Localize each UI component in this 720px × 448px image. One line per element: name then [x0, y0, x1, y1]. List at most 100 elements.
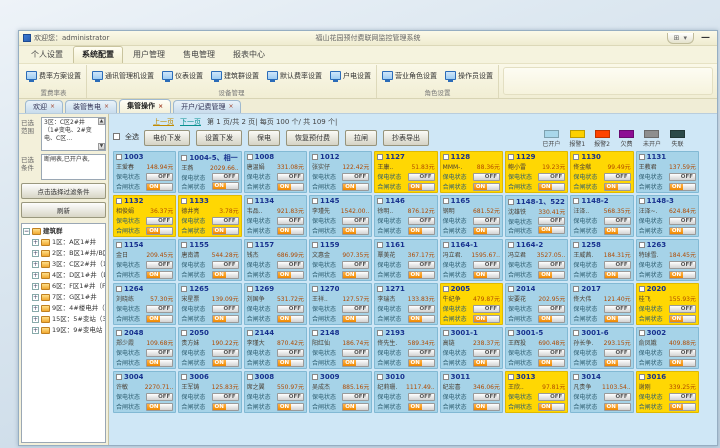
protect-toggle[interactable]: OFF	[669, 349, 696, 357]
tree-item[interactable]: +1区：A区1#井	[23, 237, 104, 248]
card-checkbox[interactable]	[508, 199, 514, 205]
protect-toggle[interactable]: OFF	[277, 217, 304, 225]
meter-card[interactable]: 1159文惠金907.35元保电状态OFF合闸状态ON	[309, 239, 372, 281]
card-checkbox[interactable]	[639, 154, 645, 160]
toolbar-button-电价下发[interactable]: 电价下发	[144, 130, 190, 146]
ribbon-button-默认费率设置[interactable]: 默认费率设置	[265, 69, 324, 83]
meter-card[interactable]: 1012张实仔122.42元保电状态OFF合闸状态ON	[309, 151, 372, 193]
meter-card[interactable]: 1127王康..51.83元保电状态OFF合闸状态ON	[374, 151, 437, 193]
ribbon-button-操作员设置[interactable]: 操作员设置	[443, 69, 495, 83]
switch-toggle[interactable]: ON	[538, 359, 565, 367]
switch-toggle[interactable]: ON	[473, 183, 500, 191]
meter-card[interactable]: 2005牛纪争479.87元保电状态OFF合闸状态ON	[440, 283, 503, 325]
protect-toggle[interactable]: OFF	[212, 305, 239, 313]
card-checkbox[interactable]	[377, 154, 383, 160]
tab-close-icon[interactable]: ×	[228, 103, 233, 110]
protect-toggle[interactable]: OFF	[538, 261, 565, 269]
card-checkbox[interactable]	[181, 374, 187, 380]
card-checkbox[interactable]	[573, 154, 579, 160]
card-checkbox[interactable]	[508, 330, 514, 336]
card-checkbox[interactable]	[116, 154, 122, 160]
card-checkbox[interactable]	[181, 198, 187, 204]
switch-toggle[interactable]: ON	[342, 183, 369, 191]
switch-toggle[interactable]: ON	[277, 271, 304, 279]
meter-card[interactable]: 1263特球雪.184.45元保电状态OFF合闸状态ON	[636, 239, 699, 281]
protect-toggle[interactable]: OFF	[146, 217, 173, 225]
switch-toggle[interactable]: ON	[538, 183, 565, 191]
protect-toggle[interactable]: OFF	[342, 349, 369, 357]
switch-toggle[interactable]: ON	[604, 183, 631, 191]
protect-toggle[interactable]: OFF	[277, 173, 304, 181]
card-checkbox[interactable]	[181, 286, 187, 292]
card-checkbox[interactable]	[508, 374, 514, 380]
expand-icon[interactable]: +	[32, 283, 39, 290]
switch-toggle[interactable]: ON	[408, 359, 435, 367]
meter-card[interactable]: 2020桂飞155.93元保电状态OFF合闸状态ON	[636, 283, 699, 325]
protect-toggle[interactable]: OFF	[604, 305, 631, 313]
tab-开户/记费管理[interactable]: 开户/记费管理×	[173, 100, 241, 113]
switch-toggle[interactable]: ON	[604, 227, 631, 235]
meter-card[interactable]: 3013王欣..97.81元保电状态OFF合闸状态ON	[505, 371, 568, 413]
tree-item[interactable]: +15区：5#变站（3#变	[23, 314, 104, 325]
switch-toggle[interactable]: ON	[212, 182, 239, 190]
tree-root[interactable]: −建筑群	[23, 226, 104, 237]
switch-toggle[interactable]: ON	[146, 359, 173, 367]
meter-card[interactable]: 2050贵方妹190.22元保电状态OFF合闸状态ON	[178, 327, 241, 369]
card-checkbox[interactable]	[377, 286, 383, 292]
card-checkbox[interactable]	[247, 374, 253, 380]
switch-toggle[interactable]: ON	[669, 359, 696, 367]
meter-card[interactable]: 1155唐南清544.28元保电状态OFF合闸状态ON	[178, 239, 241, 281]
meter-card[interactable]: 2017佟大伟121.40元保电状态OFF合闸状态ON	[570, 283, 633, 325]
expand-icon[interactable]: +	[32, 305, 39, 312]
protect-toggle[interactable]: OFF	[342, 173, 369, 181]
protect-toggle[interactable]: OFF	[212, 393, 239, 401]
ribbon-button-营业角色设置[interactable]: 营业角色设置	[380, 69, 439, 83]
protect-toggle[interactable]: OFF	[212, 349, 239, 357]
protect-toggle[interactable]: OFF	[538, 349, 565, 357]
toolbar-button-拉闸[interactable]: 拉闸	[345, 130, 377, 146]
switch-toggle[interactable]: ON	[408, 315, 435, 323]
switch-toggle[interactable]: ON	[277, 183, 304, 191]
meter-card[interactable]: 1145李瑾先1542.00..保电状态OFF合闸状态ON	[309, 195, 372, 237]
switch-toggle[interactable]: ON	[604, 359, 631, 367]
card-checkbox[interactable]	[116, 286, 122, 292]
card-checkbox[interactable]	[116, 330, 122, 336]
toolbar-button-设置下发[interactable]: 设置下发	[196, 130, 242, 146]
card-checkbox[interactable]	[443, 374, 449, 380]
meter-card[interactable]: 2144李瑾大870.42元保电状态OFF合闸状态ON	[244, 327, 307, 369]
protect-toggle[interactable]: OFF	[473, 305, 500, 313]
meter-card[interactable]: 1165钢明681.52元保电状态OFF合闸状态ON	[440, 195, 503, 237]
switch-toggle[interactable]: ON	[473, 403, 500, 411]
card-checkbox[interactable]	[116, 198, 122, 204]
building-tree[interactable]: −建筑群+1区：A区1#井+2区：B区1#井/B区1#+3区：C区2#井（1#变…	[21, 223, 106, 443]
switch-toggle[interactable]: ON	[473, 271, 500, 279]
switch-toggle[interactable]: ON	[342, 359, 369, 367]
card-checkbox[interactable]	[639, 330, 645, 336]
meter-card[interactable]: 3006王军铸125.83元保电状态OFF合闸状态ON	[178, 371, 241, 413]
switch-toggle[interactable]: ON	[342, 403, 369, 411]
switch-toggle[interactable]: ON	[342, 271, 369, 279]
protect-toggle[interactable]: OFF	[277, 349, 304, 357]
tab-装管售电[interactable]: 装管售电×	[65, 100, 117, 113]
protect-toggle[interactable]: OFF	[604, 349, 631, 357]
menu-item-用户管理[interactable]: 用户管理	[125, 47, 173, 63]
tab-close-icon[interactable]: ×	[158, 103, 163, 110]
protect-toggle[interactable]: OFF	[342, 305, 369, 313]
card-checkbox[interactable]	[377, 198, 383, 204]
card-checkbox[interactable]	[639, 242, 645, 248]
next-page-link[interactable]: 下一页	[180, 117, 201, 127]
card-checkbox[interactable]	[573, 242, 579, 248]
meter-card[interactable]: 1164-1冯立君.1595.67..保电状态OFF合闸状态ON	[440, 239, 503, 281]
meter-card[interactable]: 1161覃美花367.17元保电状态OFF合闸状态ON	[374, 239, 437, 281]
switch-toggle[interactable]: ON	[604, 403, 631, 411]
meter-card[interactable]: 1148-2汪泽..568.35元保电状态OFF合闸状态ON	[570, 195, 633, 237]
meter-card[interactable]: 3009吴成杰885.16元保电状态OFF合闸状态ON	[309, 371, 372, 413]
meter-card[interactable]: 1258王威茜.184.31元保电状态OFF合闸状态ON	[570, 239, 633, 281]
card-checkbox[interactable]	[312, 154, 318, 160]
meter-card[interactable]: 1132相俊娟36.37元保电状态OFF合闸状态ON	[113, 195, 176, 237]
tree-item[interactable]: +3区：C区2#井（1#变	[23, 259, 104, 270]
protect-toggle[interactable]: OFF	[146, 305, 173, 313]
switch-toggle[interactable]: ON	[408, 227, 435, 235]
card-checkbox[interactable]	[443, 198, 449, 204]
protect-toggle[interactable]: OFF	[538, 217, 565, 225]
